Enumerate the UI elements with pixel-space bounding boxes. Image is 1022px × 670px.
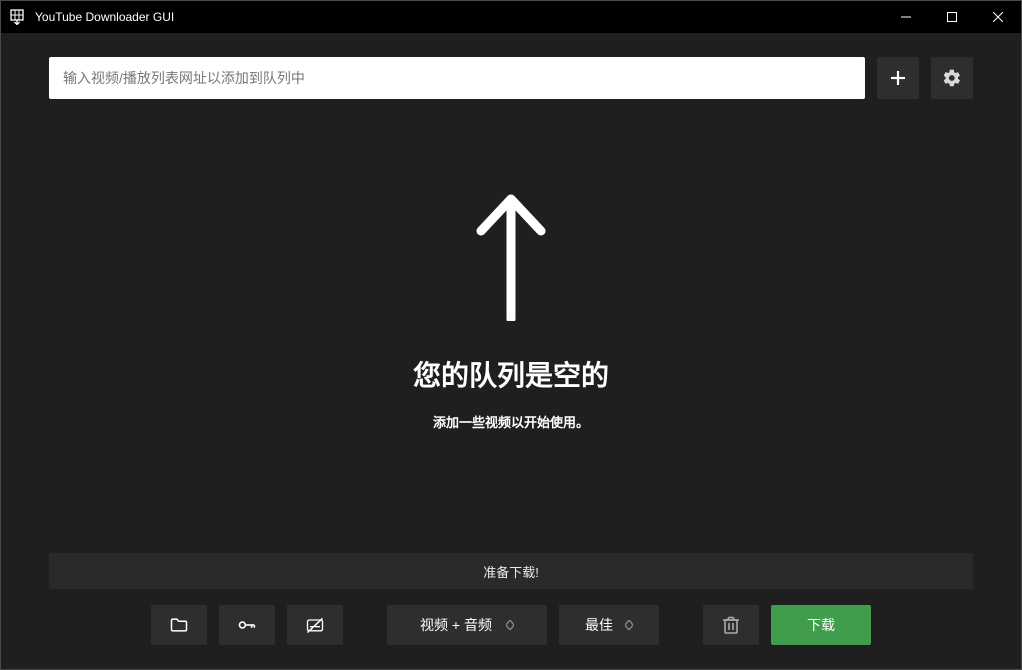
format-label: 视频 + 音频 xyxy=(420,615,492,635)
subtitle-off-icon xyxy=(305,615,325,635)
quality-select[interactable]: 最佳 xyxy=(559,605,659,645)
arrow-up-icon xyxy=(471,191,551,326)
app-icon xyxy=(1,9,33,25)
empty-title: 您的队列是空的 xyxy=(413,354,609,394)
folder-button[interactable] xyxy=(151,605,207,645)
quality-label: 最佳 xyxy=(585,615,613,635)
titlebar: YouTube Downloader GUI xyxy=(1,1,1021,33)
download-button[interactable]: 下载 xyxy=(771,605,871,645)
controls-row: 视频 + 音频 最佳 xyxy=(49,605,973,645)
close-button[interactable] xyxy=(975,1,1021,33)
chevron-updown-icon xyxy=(625,620,633,630)
window-title: YouTube Downloader GUI xyxy=(33,10,174,24)
status-bar: 准备下载! xyxy=(49,553,973,589)
trash-icon xyxy=(722,615,740,635)
subtitle-off-button[interactable] xyxy=(287,605,343,645)
bottom-panel: 准备下载! xyxy=(1,553,1021,669)
empty-state: 您的队列是空的 添加一些视频以开始使用。 xyxy=(1,69,1021,553)
download-label: 下载 xyxy=(807,615,835,635)
chevron-updown-icon xyxy=(506,620,514,630)
format-select[interactable]: 视频 + 音频 xyxy=(387,605,547,645)
maximize-button[interactable] xyxy=(929,1,975,33)
minimize-button[interactable] xyxy=(883,1,929,33)
key-icon xyxy=(236,614,258,636)
app-window: YouTube Downloader GUI xyxy=(0,0,1022,670)
folder-icon xyxy=(169,615,189,635)
key-button[interactable] xyxy=(219,605,275,645)
status-text: 准备下载! xyxy=(483,562,539,581)
delete-button[interactable] xyxy=(703,605,759,645)
empty-subtitle: 添加一些视频以开始使用。 xyxy=(433,412,589,431)
